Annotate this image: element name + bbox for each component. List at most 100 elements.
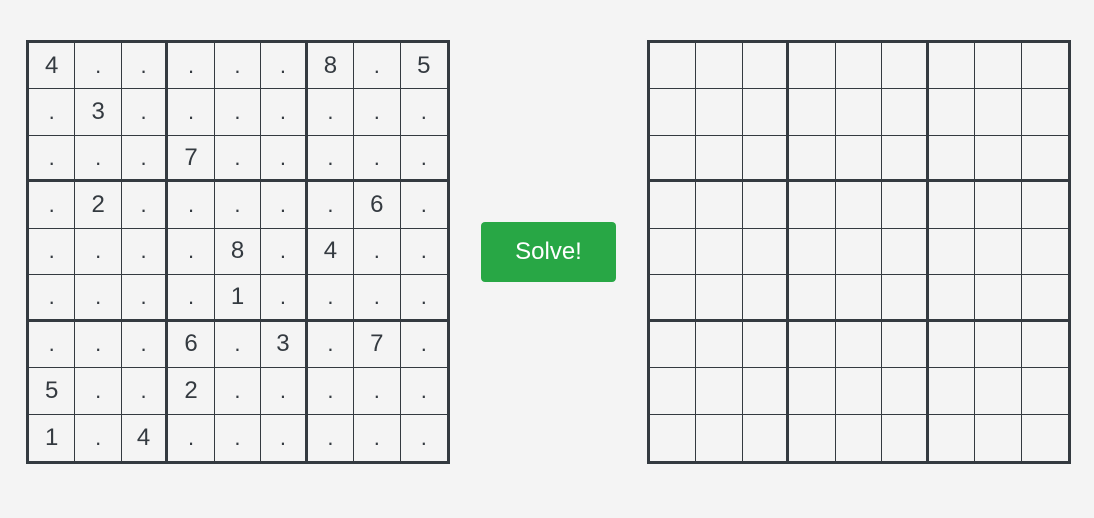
puzzle-cell-r8-c2: . bbox=[75, 368, 122, 415]
solution-cell-r7-c3 bbox=[742, 321, 790, 369]
solution-cell-r4-c3 bbox=[742, 182, 790, 229]
solution-cell-r6-c8 bbox=[975, 275, 1022, 322]
puzzle-cell-r3-c1: . bbox=[29, 135, 76, 183]
puzzle-cell-r6-c7: . bbox=[307, 275, 355, 322]
solution-cell-r9-c1 bbox=[650, 414, 697, 461]
puzzle-cell-r4-c9: . bbox=[400, 182, 447, 229]
puzzle-cell-r5-c3: . bbox=[121, 228, 169, 276]
solution-cell-r7-c2 bbox=[696, 321, 743, 369]
puzzle-cell-r6-c4: . bbox=[168, 275, 215, 322]
puzzle-cell-r8-c4: 2 bbox=[168, 368, 215, 415]
puzzle-cell-r8-c8: . bbox=[354, 368, 401, 415]
puzzle-cell-r2-c6: . bbox=[261, 89, 308, 136]
solution-cell-r4-c4 bbox=[789, 182, 836, 229]
puzzle-cell-r6-c9: . bbox=[400, 275, 447, 322]
puzzle-cell-r7-c2: . bbox=[75, 321, 122, 369]
solution-cell-r4-c1 bbox=[650, 182, 697, 229]
solution-cell-r4-c5 bbox=[835, 182, 883, 229]
puzzle-board: 4.....8.5.3..........7......2.....6.....… bbox=[26, 40, 450, 464]
solution-cell-r5-c5 bbox=[835, 228, 883, 276]
solution-cell-r2-c5 bbox=[835, 89, 883, 136]
puzzle-cell-r2-c7: . bbox=[307, 89, 355, 136]
puzzle-cell-r6-c6: . bbox=[261, 275, 308, 322]
solution-cell-r4-c8 bbox=[975, 182, 1022, 229]
puzzle-cell-r4-c2: 2 bbox=[75, 182, 122, 229]
puzzle-cell-r7-c6: 3 bbox=[261, 321, 308, 369]
solution-cell-r3-c5 bbox=[835, 135, 883, 183]
solution-cell-r9-c4 bbox=[789, 414, 836, 461]
solution-cell-r1-c7 bbox=[928, 43, 976, 90]
solution-cell-r6-c9 bbox=[1021, 275, 1068, 322]
solution-cell-r4-c7 bbox=[928, 182, 976, 229]
solution-cell-r2-c6 bbox=[882, 89, 929, 136]
solution-cell-r3-c7 bbox=[928, 135, 976, 183]
solution-cell-r5-c1 bbox=[650, 228, 697, 276]
solution-cell-r1-c9 bbox=[1021, 43, 1068, 90]
puzzle-cell-r3-c5: . bbox=[214, 135, 262, 183]
solution-cell-r1-c2 bbox=[696, 43, 743, 90]
puzzle-cell-r9-c3: 4 bbox=[122, 414, 169, 461]
puzzle-cell-r3-c2: . bbox=[75, 135, 122, 183]
puzzle-cell-r7-c8: 7 bbox=[354, 321, 401, 369]
solution-cell-r3-c8 bbox=[975, 135, 1022, 183]
puzzle-cell-r2-c2: 3 bbox=[75, 89, 122, 136]
puzzle-cell-r2-c5: . bbox=[214, 89, 262, 136]
puzzle-cell-r5-c1: . bbox=[29, 228, 76, 276]
solution-cell-r5-c4 bbox=[789, 228, 836, 276]
solution-cell-r2-c4 bbox=[789, 89, 836, 136]
puzzle-cell-r5-c6: . bbox=[261, 228, 308, 276]
solution-cell-r1-c8 bbox=[975, 43, 1022, 90]
puzzle-cell-r9-c2: . bbox=[75, 414, 122, 461]
puzzle-cell-r1-c4: . bbox=[168, 43, 215, 90]
puzzle-cell-r1-c1: 4 bbox=[29, 43, 76, 90]
puzzle-cell-r7-c3: . bbox=[121, 321, 169, 369]
solve-button[interactable]: Solve! bbox=[481, 222, 616, 282]
solution-cell-r8-c7 bbox=[928, 368, 976, 415]
puzzle-cell-r8-c9: . bbox=[400, 368, 447, 415]
solution-cell-r5-c3 bbox=[742, 228, 790, 276]
puzzle-cell-r9-c5: . bbox=[215, 414, 262, 461]
solution-cell-r8-c2 bbox=[696, 368, 743, 415]
solution-cell-r8-c3 bbox=[742, 368, 790, 415]
puzzle-cell-r6-c1: . bbox=[29, 275, 76, 322]
puzzle-cell-r7-c4: 6 bbox=[168, 321, 215, 369]
puzzle-cell-r4-c4: . bbox=[168, 182, 215, 229]
solution-cell-r7-c6 bbox=[882, 321, 929, 369]
solution-cell-r2-c7 bbox=[928, 89, 976, 136]
puzzle-cell-r3-c9: . bbox=[400, 136, 447, 183]
puzzle-cell-r7-c5: . bbox=[214, 321, 262, 369]
solution-cell-r1-c6 bbox=[882, 43, 929, 90]
solution-cell-r5-c7 bbox=[928, 228, 976, 276]
puzzle-cell-r4-c8: 6 bbox=[354, 182, 401, 229]
solution-cell-r6-c6 bbox=[882, 275, 929, 322]
solution-cell-r3-c1 bbox=[650, 135, 697, 183]
solution-cell-r4-c6 bbox=[882, 182, 929, 229]
puzzle-cell-r8-c5: . bbox=[214, 368, 262, 415]
puzzle-cell-r3-c6: . bbox=[261, 135, 308, 183]
solution-cell-r7-c7 bbox=[928, 321, 976, 369]
solution-cell-r8-c1 bbox=[650, 368, 697, 415]
solution-cell-r2-c2 bbox=[696, 89, 743, 136]
puzzle-cell-r3-c7: . bbox=[307, 135, 355, 183]
solution-cell-r9-c7 bbox=[929, 414, 976, 461]
solution-cell-r8-c8 bbox=[975, 368, 1022, 415]
puzzle-cell-r9-c6: . bbox=[261, 414, 308, 461]
solution-cell-r2-c9 bbox=[1021, 89, 1068, 136]
solution-cell-r7-c4 bbox=[789, 321, 836, 369]
solution-cell-r8-c9 bbox=[1021, 368, 1068, 415]
puzzle-cell-r4-c1: . bbox=[29, 182, 76, 229]
solution-cell-r9-c3 bbox=[743, 414, 790, 461]
puzzle-cell-r7-c1: . bbox=[29, 321, 76, 369]
puzzle-cell-r6-c2: . bbox=[75, 275, 122, 322]
puzzle-cell-r8-c6: . bbox=[261, 368, 308, 415]
solution-cell-r3-c2 bbox=[696, 135, 743, 183]
solution-cell-r6-c5 bbox=[835, 275, 883, 322]
solution-cell-r6-c3 bbox=[742, 275, 790, 322]
puzzle-cell-r7-c7: . bbox=[307, 321, 355, 369]
puzzle-cell-r8-c7: . bbox=[307, 368, 355, 415]
puzzle-cell-r3-c4: 7 bbox=[168, 135, 215, 183]
puzzle-cell-r4-c7: . bbox=[307, 182, 355, 229]
puzzle-cell-r3-c8: . bbox=[354, 135, 401, 183]
solution-cell-r8-c6 bbox=[882, 368, 929, 415]
solution-cell-r1-c5 bbox=[835, 43, 883, 90]
